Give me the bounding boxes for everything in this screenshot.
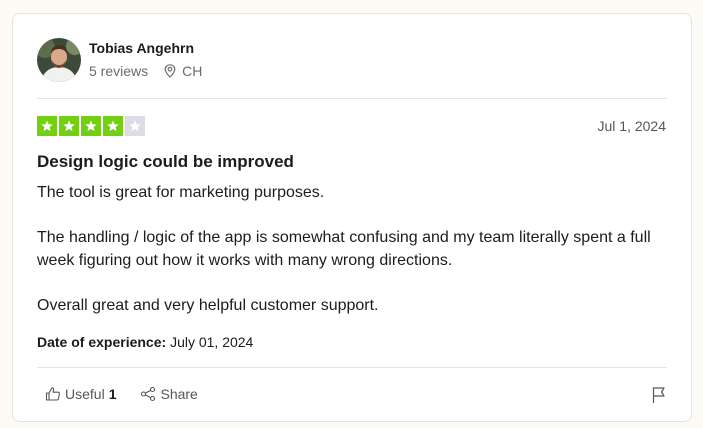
review-body: The tool is great for marketing purposes… xyxy=(37,182,677,340)
country-code: CH xyxy=(182,63,203,79)
share-button[interactable]: Share xyxy=(140,386,198,402)
star-empty-icon xyxy=(125,116,145,136)
useful-button[interactable]: Useful 1 xyxy=(45,386,116,402)
reviewer-meta: 5 reviews CH xyxy=(89,63,202,79)
star-filled-icon xyxy=(59,116,79,136)
star-filled-icon xyxy=(81,116,101,136)
header-divider xyxy=(37,98,667,99)
location-pin-icon xyxy=(164,64,176,78)
review-card: Tobias Angehrn 5 reviews CH Jul 1, 2024 … xyxy=(12,13,692,422)
useful-label: Useful xyxy=(65,386,105,402)
thumbs-up-icon xyxy=(45,387,60,401)
star-filled-icon xyxy=(37,116,57,136)
flag-icon xyxy=(652,387,665,403)
useful-count: 1 xyxy=(108,386,117,402)
experience-date: July 01, 2024 xyxy=(170,334,254,350)
review-actions: Useful 1 Share xyxy=(45,386,198,402)
avatar[interactable] xyxy=(37,38,81,82)
reviews-count: 5 reviews xyxy=(89,63,149,79)
reviewer-name[interactable]: Tobias Angehrn xyxy=(89,40,194,56)
share-label: Share xyxy=(160,386,198,402)
review-date: Jul 1, 2024 xyxy=(597,118,667,134)
star-rating xyxy=(37,116,145,136)
report-flag-button[interactable] xyxy=(651,386,667,409)
review-paragraph: The tool is great for marketing purposes… xyxy=(37,184,325,201)
review-paragraph: The handling / logic of the app is somew… xyxy=(37,229,651,269)
experience-label: Date of experience: xyxy=(37,334,167,350)
review-title[interactable]: Design logic could be improved xyxy=(37,152,294,172)
date-of-experience: Date of experience: July 01, 2024 xyxy=(37,334,253,350)
share-icon xyxy=(141,386,156,402)
star-filled-icon xyxy=(103,116,123,136)
reviewer-location: CH xyxy=(164,63,202,79)
footer-divider xyxy=(37,367,667,368)
review-paragraph: Overall great and very helpful customer … xyxy=(37,296,379,314)
